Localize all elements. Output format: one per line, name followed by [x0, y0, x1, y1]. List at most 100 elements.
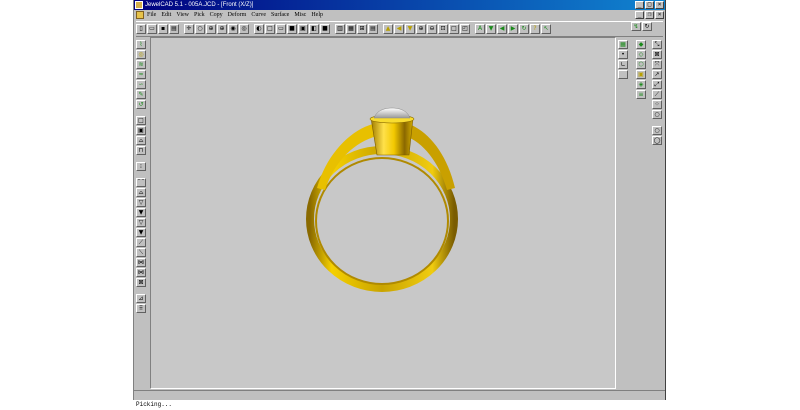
menu-copy[interactable]: Copy	[210, 10, 223, 20]
bend-tool-icon[interactable]: ⌓	[136, 188, 146, 197]
zoom-all-icon[interactable]: □	[449, 24, 459, 34]
zoom-in-icon[interactable]: ⊕	[416, 24, 426, 34]
doc-restore-button[interactable]: ❐	[645, 11, 654, 19]
gem-cut-icon[interactable]: ◈	[636, 80, 646, 89]
crosshair-icon[interactable]: ⊕	[217, 24, 227, 34]
zoom-out-icon[interactable]: ⊖	[427, 24, 437, 34]
menu-surface[interactable]: Surface	[271, 10, 289, 20]
doc-minimize-button[interactable]: _	[635, 11, 644, 19]
view-fill-icon[interactable]: ■	[320, 24, 330, 34]
pencil-tool-icon[interactable]: ✎	[136, 90, 146, 99]
cone-tool-icon[interactable]: ▼	[136, 228, 146, 237]
render-icon[interactable]: ↯	[631, 22, 641, 31]
save-icon[interactable]: ▪	[158, 24, 168, 34]
zoom-window-icon[interactable]: ⊡	[438, 24, 448, 34]
document-icon[interactable]	[136, 11, 144, 19]
ellipse-tool-icon[interactable]: ⌓	[136, 136, 146, 145]
print-icon[interactable]: ▤	[169, 24, 179, 34]
grid-2-icon[interactable]: ▥	[335, 24, 345, 34]
arc-tool-icon[interactable]: ⌒	[136, 178, 146, 187]
target-icon[interactable]: ⊕	[206, 24, 216, 34]
close-button[interactable]: ×	[655, 1, 664, 9]
rotate-icon[interactable]: ↻	[519, 24, 529, 34]
wedge-tool-icon[interactable]: ▽	[136, 218, 146, 227]
arrow-down-green-icon[interactable]: ▼	[486, 24, 496, 34]
arrow-left-icon[interactable]: ◀	[394, 24, 404, 34]
dot-circle-icon[interactable]: ◎	[239, 24, 249, 34]
doc-close-button[interactable]: ×	[655, 11, 664, 19]
open-icon[interactable]: ▭	[147, 24, 157, 34]
circle-icon[interactable]: ○	[195, 24, 205, 34]
layer-copy-icon[interactable]: ▦	[618, 40, 628, 49]
oval-tool-icon[interactable]: ◯	[652, 136, 662, 145]
triangle-down-icon[interactable]: ▼	[405, 24, 415, 34]
scale-tool-icon[interactable]: ⤡	[652, 40, 662, 49]
dots-tool-icon[interactable]: ⠿	[136, 304, 146, 313]
curve-tool-icon[interactable]: ⌇	[136, 40, 146, 49]
wheel-icon[interactable]: ◉	[228, 24, 238, 34]
menu-misc[interactable]: Misc	[294, 10, 306, 20]
view-solid-icon[interactable]: ■	[287, 24, 297, 34]
menu-curve[interactable]: Curve	[251, 10, 266, 20]
blank-icon[interactable]	[618, 70, 628, 79]
arrow-right-green-icon[interactable]: ▶	[508, 24, 518, 34]
arrow-left-green-icon[interactable]: ◀	[497, 24, 507, 34]
sweep-tool-icon[interactable]: ≋	[136, 60, 146, 69]
grid-h-icon[interactable]: ▤	[368, 24, 378, 34]
menu-view[interactable]: View	[176, 10, 189, 20]
scale-xy-icon[interactable]: ⊠	[652, 50, 662, 59]
new-icon[interactable]: ▯	[136, 24, 146, 34]
shear-tool-icon[interactable]: ⟍	[136, 248, 146, 257]
gem-oval-icon[interactable]: ◇	[636, 50, 646, 59]
loft-tool-icon[interactable]: ≈	[136, 70, 146, 79]
menu-deform[interactable]: Deform	[228, 10, 247, 20]
grid-4-icon[interactable]: ⊞	[357, 24, 367, 34]
minimize-button[interactable]: _	[635, 1, 644, 9]
menu-help[interactable]: Help	[311, 10, 323, 20]
help-icon[interactable]: ?	[530, 24, 540, 34]
view-box-icon[interactable]: □	[265, 24, 275, 34]
grid-snap-icon[interactable]: ⁝	[136, 162, 146, 171]
pipe-tool-icon[interactable]: ∽	[136, 80, 146, 89]
ring-tool-icon[interactable]: ○	[652, 126, 662, 135]
maximize-button[interactable]: □	[645, 1, 654, 9]
rotate-view-icon[interactable]: ↻	[642, 22, 652, 31]
circle-tool-icon[interactable]: ○	[652, 110, 662, 119]
menu-pick[interactable]: Pick	[194, 10, 205, 20]
mirror-tool-icon[interactable]: ⟋	[652, 90, 662, 99]
gem-round-icon[interactable]: ◆	[636, 40, 646, 49]
stretch-tool-icon[interactable]: ⤢	[652, 80, 662, 89]
move-tool-icon[interactable]: ↗	[652, 70, 662, 79]
array-tool-icon[interactable]: ⁘	[652, 100, 662, 109]
rotate-tool-icon[interactable]: ⤧	[652, 60, 662, 69]
menu-edit[interactable]: Edit	[161, 10, 171, 20]
zoom-prev-icon[interactable]: ◰	[460, 24, 470, 34]
lasso-tool-icon[interactable]: ◎	[136, 50, 146, 59]
pointer-help-icon[interactable]: ↖	[541, 24, 551, 34]
view-split-icon[interactable]: ◧	[309, 24, 319, 34]
funnel-tool-icon[interactable]: ▼	[136, 208, 146, 217]
slant-tool-icon[interactable]: ⟋	[136, 238, 146, 247]
view-left-icon[interactable]: ◐	[254, 24, 264, 34]
grid-3-icon[interactable]: ▦	[346, 24, 356, 34]
app-icon[interactable]	[135, 1, 143, 9]
mesh-tool-icon[interactable]: ⊠	[136, 278, 146, 287]
view-bottom-icon[interactable]: ▭	[276, 24, 286, 34]
corner-icon[interactable]: ∟	[618, 60, 628, 69]
bow-tool-icon[interactable]: ⋈	[136, 258, 146, 267]
text-a-icon[interactable]: A	[475, 24, 485, 34]
rect-tool-icon[interactable]: □	[136, 116, 146, 125]
taper-tool-icon[interactable]: ▽	[136, 198, 146, 207]
view-frame-icon[interactable]: ▣	[298, 24, 308, 34]
twist-tool-icon[interactable]: ⋈	[136, 268, 146, 277]
gem-square-icon[interactable]: ▣	[636, 70, 646, 79]
gem-shape-icon[interactable]: ⬡	[636, 60, 646, 69]
ruler-tool-icon[interactable]: ⊿	[136, 294, 146, 303]
door-tool-icon[interactable]: ⊓	[136, 146, 146, 155]
gem-ribbon-icon[interactable]: ≡	[636, 90, 646, 99]
frame-tool-icon[interactable]: ▣	[136, 126, 146, 135]
revolve-tool-icon[interactable]: ↺	[136, 100, 146, 109]
select-cursor-icon[interactable]: ✛	[184, 24, 194, 34]
viewport-front[interactable]	[150, 37, 616, 389]
triangle-up-icon[interactable]: ▲	[383, 24, 393, 34]
